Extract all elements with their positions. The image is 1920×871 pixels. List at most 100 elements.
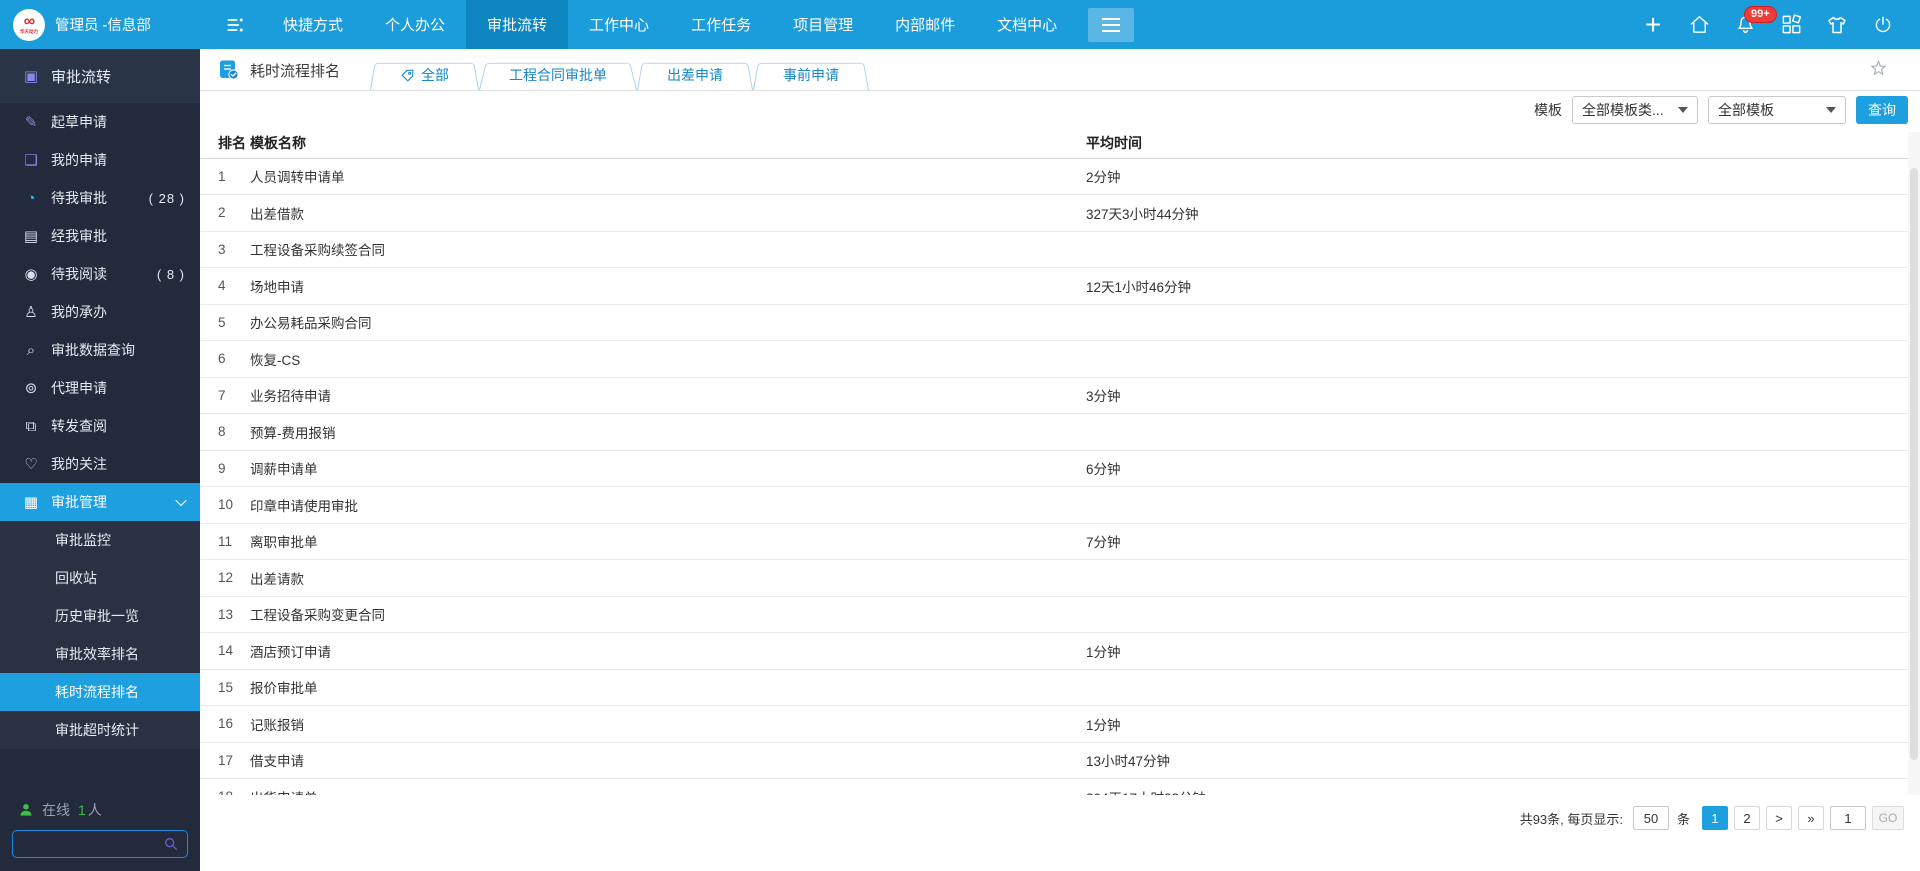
cell-rank: 16 — [200, 705, 250, 743]
top-nav-item[interactable]: 工作任务 — [670, 0, 772, 49]
cell-average-time: 3分钟 — [1086, 377, 1920, 414]
table-row[interactable]: 12 出差请款 — [200, 559, 1920, 597]
cell-template-name: 酒店预订申请 — [250, 632, 1086, 670]
sidebar-item-label: 起草申请 — [51, 114, 107, 130]
template-select[interactable]: 全部模板 — [1708, 95, 1846, 124]
sidebar-item[interactable]: ✎ 起草申请 — [0, 103, 200, 141]
top-nav-item[interactable]: 工作中心 — [568, 0, 670, 49]
page-button[interactable]: > — [1766, 806, 1792, 830]
theme-shirt-icon[interactable] — [1825, 13, 1849, 37]
search-icon[interactable] — [163, 836, 179, 852]
sidebar-subitem[interactable]: 耗时流程排名 — [0, 673, 200, 711]
plus-icon[interactable]: + — [1641, 10, 1665, 38]
sidebar-item[interactable]: ▤ 经我审批 — [0, 217, 200, 255]
ranking-table: 排名 模板名称 平均时间 1 人员调转申请单 2分钟 2 出差借款 327天3小… — [200, 128, 1920, 795]
page-buttons: 1 2 > » — [1702, 806, 1824, 830]
page-jump-input[interactable] — [1830, 806, 1866, 830]
sidebar-item-label: 经我审批 — [51, 228, 107, 244]
table-row[interactable]: 13 工程设备采购变更合同 — [200, 596, 1920, 633]
cell-average-time — [1086, 486, 1920, 524]
sidebar-item[interactable]: ❏ 我的申请 — [0, 141, 200, 179]
tab[interactable]: 工程合同审批单 — [479, 60, 637, 90]
cell-average-time — [1086, 559, 1920, 597]
top-nav-item[interactable]: 快捷方式 — [262, 0, 364, 49]
pending-read-icon: ◉ — [24, 266, 38, 283]
brand-logo-icon: ∞ 华天动力 — [13, 8, 45, 41]
page-doc-icon — [220, 60, 239, 80]
page-size-input[interactable] — [1632, 806, 1669, 830]
table-row[interactable]: 5 办公易耗品采购合同 — [200, 304, 1920, 341]
apps-grid-icon[interactable] — [1779, 13, 1803, 37]
table-row[interactable]: 3 工程设备采购续签合同 — [200, 231, 1920, 268]
sidebar: ▣ 审批流转 ✎ 起草申请 ❏ 我的申请 ◔ 待我审批 ( 28 ) ▤ 经我审… — [0, 49, 200, 871]
table-row[interactable]: 16 记账报销 1分钟 — [200, 705, 1920, 743]
sidebar-item-label: 审批管理 — [51, 494, 107, 510]
tab[interactable]: 全部 — [370, 60, 479, 90]
top-nav-item[interactable]: 文档中心 — [976, 0, 1078, 49]
cell-rank: 5 — [200, 304, 250, 341]
sidebar-item[interactable]: ⌕ 审批数据查询 — [0, 331, 200, 369]
cell-template-name: 出差借款 — [250, 194, 1086, 232]
cell-average-time — [1086, 304, 1920, 341]
table-row[interactable]: 2 出差借款 327天3小时44分钟 — [200, 194, 1920, 232]
table-row[interactable]: 10 印章申请使用审批 — [200, 486, 1920, 524]
template-category-select[interactable]: 全部模板类... — [1572, 95, 1698, 124]
cell-template-name: 工程设备采购续签合同 — [250, 231, 1086, 268]
top-nav-item[interactable]: 项目管理 — [772, 0, 874, 49]
online-person-icon — [20, 804, 32, 816]
page-header: 耗时流程排名 全部 工程合同审批单 出差申请 事前申请 — [200, 49, 1920, 91]
table-scrollbar-thumb[interactable] — [1910, 168, 1918, 760]
tab[interactable]: 事前申请 — [753, 60, 869, 90]
sidebar-item[interactable]: ⊚ 代理申请 — [0, 369, 200, 407]
sidebar-item[interactable]: ◉ 待我阅读 ( 8 ) — [0, 255, 200, 293]
go-button[interactable]: GO — [1872, 806, 1904, 830]
top-navigation: 快捷方式 个人办公 审批流转 工作中心 工作任务 项目管理 内部邮件 文档中心 — [262, 0, 1078, 49]
top-nav-item[interactable]: 内部邮件 — [874, 0, 976, 49]
sidebar-subitem[interactable]: 审批监控 — [0, 521, 200, 559]
sidebar-subitem[interactable]: 历史审批一览 — [0, 597, 200, 635]
sidebar-subitem[interactable]: 回收站 — [0, 559, 200, 597]
more-menu-button[interactable] — [1088, 7, 1135, 42]
table-row[interactable]: 7 业务招待申请 3分钟 — [200, 377, 1920, 414]
sidebar-item[interactable]: ◔ 待我审批 ( 28 ) — [0, 179, 200, 217]
sidebar-item-label: 待我审批 — [51, 190, 107, 206]
favorite-star-icon[interactable] — [1869, 59, 1888, 83]
power-icon[interactable] — [1871, 13, 1895, 37]
sidebar-subitem[interactable]: 审批效率排名 — [0, 635, 200, 673]
top-nav-item[interactable]: 个人办公 — [364, 0, 466, 49]
table-row[interactable]: 8 预算-费用报销 — [200, 413, 1920, 451]
table-row[interactable]: 17 借支申请 13小时47分钟 — [200, 742, 1920, 779]
topbar-actions: + 99+ — [1641, 5, 1920, 38]
table-row[interactable]: 14 酒店预订申请 1分钟 — [200, 632, 1920, 670]
draft-apply-icon: ✎ — [24, 114, 38, 131]
cell-template-name: 出货申请单 — [250, 778, 1086, 795]
sidebar-module-header[interactable]: ▣ 审批流转 — [0, 49, 200, 103]
query-button[interactable]: 查询 — [1856, 95, 1908, 124]
bell-icon[interactable]: 99+ — [1733, 5, 1777, 37]
table-row[interactable]: 6 恢复-CS — [200, 340, 1920, 378]
sidebar-search-input[interactable] — [21, 836, 163, 852]
sidebar-item[interactable]: ♡ 我的关注 — [0, 445, 200, 483]
sidebar-item-label: 我的承办 — [51, 304, 107, 320]
logo-infinity-glyph: ∞ — [23, 13, 35, 30]
home-icon[interactable] — [1687, 13, 1711, 37]
cell-rank: 10 — [200, 486, 250, 524]
sidebar-item[interactable]: ⧉ 转发查阅 — [0, 407, 200, 445]
sidebar-subitem[interactable]: 审批超时统计 — [0, 711, 200, 749]
page-button[interactable]: 1 — [1702, 806, 1728, 830]
top-nav-item[interactable]: 审批流转 — [466, 0, 569, 49]
cell-average-time: 12天1小时46分钟 — [1086, 267, 1920, 305]
sidebar-item[interactable]: ♙ 我的承办 — [0, 293, 200, 331]
table-row[interactable]: 1 人员调转申请单 2分钟 — [200, 158, 1920, 195]
tab[interactable]: 出差申请 — [637, 60, 753, 90]
sidebar-item[interactable]: ▦ 审批管理 — [0, 483, 200, 521]
page-button[interactable]: 2 — [1734, 806, 1760, 830]
table-row[interactable]: 15 报价审批单 — [200, 669, 1920, 706]
table-row[interactable]: 9 调薪申请单 6分钟 — [200, 450, 1920, 487]
nav-expand-icon[interactable] — [224, 15, 246, 35]
table-row[interactable]: 11 离职审批单 7分钟 — [200, 523, 1920, 560]
table-row[interactable]: 4 场地申请 12天1小时46分钟 — [200, 267, 1920, 305]
ranking-table-container: 排名 模板名称 平均时间 1 人员调转申请单 2分钟 2 出差借款 327天3小… — [200, 128, 1920, 795]
page-button[interactable]: » — [1798, 806, 1824, 830]
table-row[interactable]: 18 出货申请单 204天17小时22分钟 — [200, 778, 1920, 795]
